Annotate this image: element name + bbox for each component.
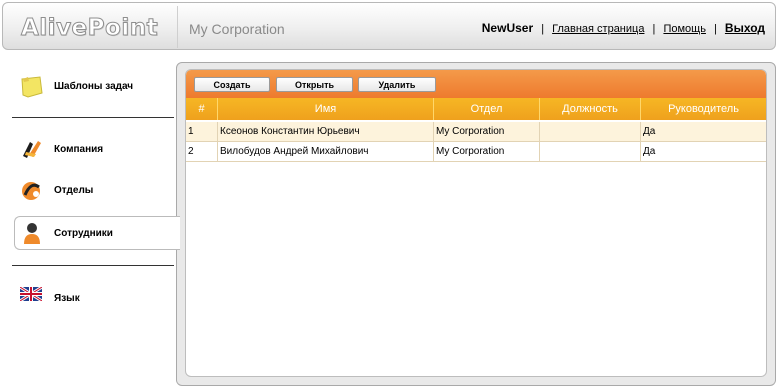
sidebar-item-company[interactable]: Компания bbox=[12, 138, 178, 160]
sidebar-item-label: Язык bbox=[54, 292, 80, 304]
column-header-position[interactable]: Должность bbox=[540, 98, 641, 120]
corporation-name: My Corporation bbox=[189, 21, 285, 37]
cell-department: My Corporation bbox=[434, 142, 540, 162]
cell-position bbox=[540, 142, 641, 162]
cell-name: Ксеонов Константин Юрьевич bbox=[218, 122, 434, 142]
column-header-manager[interactable]: Руководитель bbox=[641, 98, 766, 120]
top-navigation: NewUser | Главная страница | Помощь | Вы… bbox=[482, 21, 765, 35]
delete-button[interactable]: Удалить bbox=[358, 77, 436, 92]
help-link[interactable]: Помощь bbox=[663, 23, 706, 35]
sidebar-divider bbox=[12, 117, 174, 118]
column-header-department[interactable]: Отдел bbox=[434, 98, 540, 120]
header-divider bbox=[177, 6, 178, 48]
sidebar-item-label: Отделы bbox=[54, 184, 94, 196]
employee-icon bbox=[20, 222, 44, 244]
cell-manager: Да bbox=[641, 122, 766, 142]
table-row[interactable]: 2 Вилобудов Андрей Михайлович My Corpora… bbox=[186, 142, 766, 162]
departments-icon bbox=[20, 179, 44, 201]
uk-flag-icon bbox=[19, 285, 44, 309]
cell-manager: Да bbox=[641, 142, 766, 162]
create-button[interactable]: Создать bbox=[194, 77, 270, 92]
cell-position bbox=[540, 122, 641, 142]
nav-separator: | bbox=[541, 23, 545, 35]
current-user: NewUser bbox=[481, 21, 534, 35]
table-header: # Имя Отдел Должность Руководитель bbox=[186, 98, 766, 120]
nav-separator: | bbox=[714, 23, 717, 35]
cell-number: 2 bbox=[186, 142, 218, 162]
sidebar-item-employees[interactable]: Сотрудники bbox=[12, 222, 178, 244]
sidebar-item-departments[interactable]: Отделы bbox=[12, 178, 178, 202]
grid-toolbar: Создать Открыть Удалить bbox=[186, 70, 766, 98]
column-header-name[interactable]: Имя bbox=[218, 98, 434, 120]
table-row[interactable]: 1 Ксеонов Константин Юрьевич My Corporat… bbox=[186, 122, 766, 142]
column-header-number[interactable]: # bbox=[186, 98, 218, 120]
sticky-note-icon bbox=[20, 75, 44, 98]
cell-department: My Corporation bbox=[434, 122, 540, 142]
logout-link[interactable]: Выход bbox=[725, 21, 765, 35]
sidebar-item-label: Шаблоны задач bbox=[54, 80, 134, 92]
sidebar-item-label: Сотрудники bbox=[54, 227, 113, 239]
sidebar-divider bbox=[12, 265, 174, 266]
nav-separator: | bbox=[652, 23, 656, 35]
top-header: AlivePoint My Corporation NewUser | Глав… bbox=[2, 2, 776, 50]
home-link[interactable]: Главная страница bbox=[552, 23, 644, 35]
cell-number: 1 bbox=[186, 122, 218, 142]
company-icon bbox=[20, 138, 44, 160]
app-logo[interactable]: AlivePoint bbox=[20, 15, 158, 42]
open-button[interactable]: Открыть bbox=[276, 77, 353, 92]
sidebar-item-language[interactable]: Язык bbox=[12, 285, 178, 309]
cell-name: Вилобудов Андрей Михайлович bbox=[218, 142, 434, 162]
sidebar-item-templates[interactable]: Шаблоны задач bbox=[12, 72, 178, 100]
employees-grid-container: Создать Открыть Удалить # Имя Отдел Долж… bbox=[185, 69, 767, 377]
content-panel: Создать Открыть Удалить # Имя Отдел Долж… bbox=[176, 62, 776, 386]
sidebar-item-label: Компания bbox=[54, 143, 104, 155]
